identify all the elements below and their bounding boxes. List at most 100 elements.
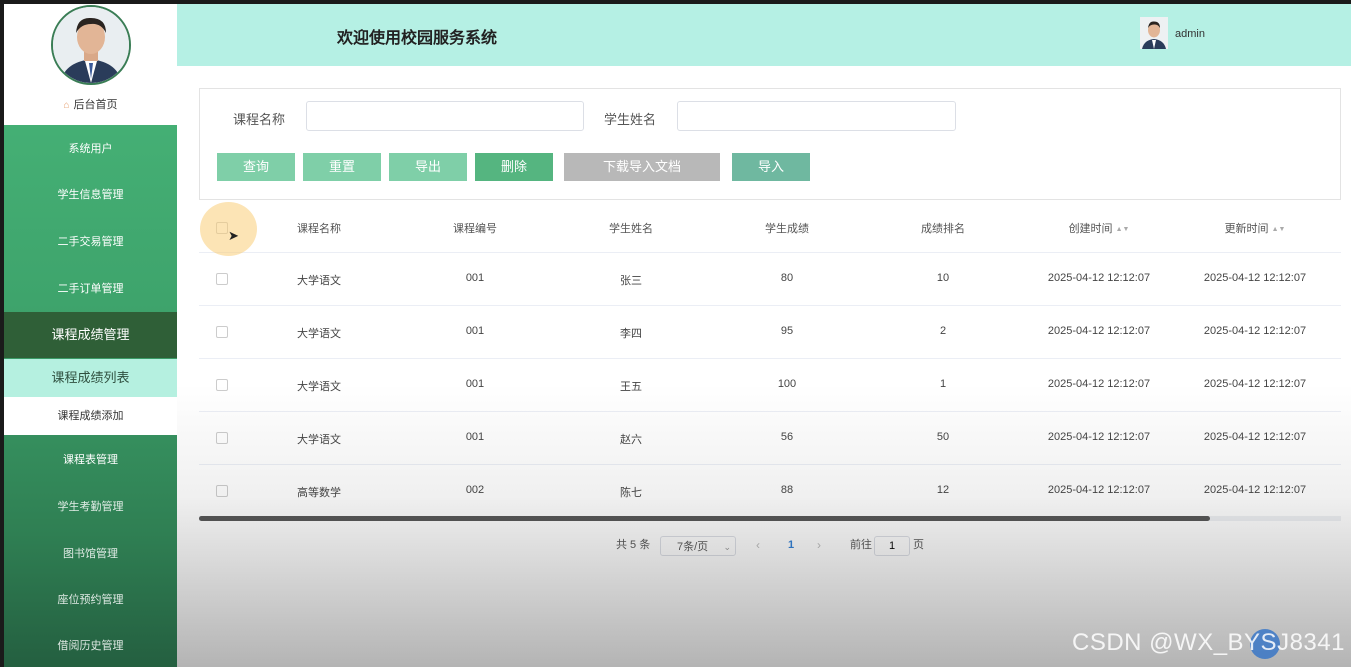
sidebar-item-secondhand-trade[interactable]: 二手交易管理 bbox=[4, 219, 177, 265]
download-template-button[interactable]: 下载导入文档 bbox=[564, 153, 720, 181]
current-page-number[interactable]: 1 bbox=[788, 539, 794, 551]
cell-course-name: 大学语文 bbox=[297, 434, 341, 446]
row-checkbox[interactable] bbox=[216, 273, 228, 285]
cell-created: 2025-04-12 12:12:07 bbox=[1047, 484, 1151, 496]
table-row[interactable]: 大学语文 001 赵六 56 50 2025-04-12 12:12:07 2025-04-… bbox=[199, 412, 1341, 465]
sidebar: ⌂ 后台首页 系统用户 学生信息管理 二手交易管理 二手订单管理 课程成绩管理 课… bbox=[4, 4, 177, 667]
mouse-pointer-icon: ➤ bbox=[228, 228, 239, 243]
row-checkbox[interactable] bbox=[216, 379, 228, 391]
sidebar-item-student-info[interactable]: 学生信息管理 bbox=[4, 172, 177, 218]
import-button[interactable]: 导入 bbox=[732, 153, 810, 181]
row-checkbox[interactable] bbox=[216, 432, 228, 444]
cell-updated: 2025-04-12 12:12:07 bbox=[1203, 484, 1307, 496]
user-avatar[interactable] bbox=[1140, 17, 1168, 49]
cell-rank: 50 bbox=[936, 431, 950, 443]
home-icon: ⌂ bbox=[63, 100, 70, 111]
table-header: 课程名称 课程编号 学生姓名 学生成绩 成绩排名 创建时间 ▲▼ 更新时间 ▲▼ bbox=[199, 202, 1341, 253]
sidebar-item-label: 二手交易管理 bbox=[57, 236, 124, 248]
sort-icon[interactable]: ▲▼ bbox=[1116, 226, 1130, 233]
cell-course-code: 001 bbox=[465, 272, 485, 284]
horizontal-scrollbar[interactable] bbox=[199, 516, 1341, 521]
sidebar-item-library[interactable]: 图书馆管理 bbox=[4, 531, 177, 577]
page-size-select[interactable]: 7条/页 ⌄ bbox=[660, 536, 736, 556]
sidebar-item-timetable[interactable]: 课程表管理 bbox=[4, 437, 177, 483]
sidebar-item-label: 课程成绩列表 bbox=[51, 370, 130, 385]
row-checkbox[interactable] bbox=[216, 326, 228, 338]
sort-icon[interactable]: ▲▼ bbox=[1272, 226, 1286, 233]
column-header-student-name: 学生姓名 bbox=[609, 223, 653, 235]
sidebar-item-attendance[interactable]: 学生考勤管理 bbox=[4, 484, 177, 530]
sidebar-item-label: 座位预约管理 bbox=[57, 594, 124, 606]
row-checkbox[interactable] bbox=[216, 485, 228, 497]
cell-rank: 2 bbox=[939, 325, 947, 337]
sidebar-home-label: 后台首页 bbox=[73, 99, 118, 111]
cell-course-name: 大学语文 bbox=[297, 275, 341, 287]
course-name-label: 课程名称 bbox=[233, 112, 286, 127]
column-header-updated-label: 更新时间 bbox=[1224, 223, 1269, 235]
sidebar-item-course-scores[interactable]: 课程成绩管理 bbox=[4, 312, 177, 358]
column-header-created[interactable]: 创建时间 ▲▼ bbox=[1039, 220, 1159, 236]
cell-updated: 2025-04-12 12:12:07 bbox=[1203, 325, 1307, 337]
query-button[interactable]: 查询 bbox=[217, 153, 295, 181]
user-avatar-photo bbox=[1140, 17, 1168, 49]
table-row[interactable]: 大学语文 001 张三 80 10 2025-04-12 12:12:07 2025-04-… bbox=[199, 253, 1341, 306]
goto-prefix-label: 前往 bbox=[850, 539, 872, 551]
course-name-input[interactable] bbox=[306, 101, 584, 131]
cell-student-name: 王五 bbox=[620, 381, 642, 393]
cell-score: 88 bbox=[780, 484, 794, 496]
cell-created: 2025-04-12 12:12:07 bbox=[1047, 272, 1151, 284]
table-row[interactable]: 大学语文 001 王五 100 1 2025-04-12 12:12:07 2025-04-… bbox=[199, 359, 1341, 412]
sidebar-item-seat-booking[interactable]: 座位预约管理 bbox=[4, 577, 177, 623]
cell-course-name: 高等数学 bbox=[297, 487, 341, 499]
sidebar-item-label: 课程成绩管理 bbox=[51, 327, 130, 342]
sidebar-item-borrow-history[interactable]: 借阅历史管理 bbox=[4, 623, 177, 667]
search-panel: 课程名称 学生姓名 查询 重置 导出 删除 下载导入文档 导入 bbox=[199, 88, 1341, 200]
cell-score: 80 bbox=[780, 272, 794, 284]
student-name-label: 学生姓名 bbox=[604, 112, 657, 127]
cell-created: 2025-04-12 12:12:07 bbox=[1047, 431, 1151, 443]
reset-button[interactable]: 重置 bbox=[303, 153, 381, 181]
cell-rank: 1 bbox=[939, 378, 947, 390]
cell-score: 95 bbox=[780, 325, 794, 337]
goto-page-input[interactable] bbox=[874, 536, 910, 556]
chevron-down-icon: ⌄ bbox=[723, 542, 731, 552]
avatar bbox=[51, 5, 131, 85]
cell-student-name: 赵六 bbox=[620, 434, 642, 446]
cell-course-code: 002 bbox=[465, 484, 485, 496]
cell-score: 100 bbox=[777, 378, 797, 390]
sidebar-item-label: 系统用户 bbox=[68, 143, 113, 155]
cell-student-name: 张三 bbox=[620, 275, 642, 287]
sidebar-item-label: 借阅历史管理 bbox=[57, 640, 124, 652]
prev-page-button[interactable]: ‹ bbox=[756, 538, 760, 552]
page-size-value: 7条/页 bbox=[677, 541, 709, 553]
column-header-course-code: 课程编号 bbox=[453, 223, 497, 235]
sidebar-subitem-score-add[interactable]: 课程成绩添加 bbox=[4, 397, 177, 435]
cell-updated: 2025-04-12 12:12:07 bbox=[1203, 431, 1307, 443]
student-name-input[interactable] bbox=[677, 101, 956, 131]
column-header-created-label: 创建时间 bbox=[1068, 223, 1113, 235]
scrollbar-thumb[interactable] bbox=[199, 516, 1210, 521]
table-row[interactable]: 高等数学 002 陈七 88 12 2025-04-12 12:12:07 2025-04-… bbox=[199, 465, 1341, 518]
sidebar-subitem-score-list[interactable]: 课程成绩列表 bbox=[4, 359, 177, 397]
cell-student-name: 李四 bbox=[620, 328, 642, 340]
page-title: 欢迎使用校园服务系统 bbox=[337, 30, 498, 47]
sidebar-item-secondhand-orders[interactable]: 二手订单管理 bbox=[4, 266, 177, 312]
cell-rank: 12 bbox=[936, 484, 950, 496]
sidebar-item-label: 图书馆管理 bbox=[63, 548, 118, 560]
table-row[interactable]: 大学语文 001 李四 95 2 2025-04-12 12:12:07 2025-04-1… bbox=[199, 306, 1341, 359]
cell-score: 56 bbox=[780, 431, 794, 443]
cell-course-name: 大学语文 bbox=[297, 328, 341, 340]
sidebar-item-system-users[interactable]: 系统用户 bbox=[4, 126, 177, 172]
export-button[interactable]: 导出 bbox=[389, 153, 467, 181]
next-page-button[interactable]: › bbox=[817, 538, 821, 552]
delete-button[interactable]: 删除 bbox=[475, 153, 553, 181]
sidebar-home-link[interactable]: ⌂ 后台首页 bbox=[4, 96, 177, 112]
column-header-score: 学生成绩 bbox=[765, 223, 809, 235]
goto-suffix-label: 页 bbox=[913, 539, 924, 551]
cell-course-code: 001 bbox=[465, 378, 485, 390]
pagination-total: 共 5 条 bbox=[616, 539, 651, 551]
column-header-updated[interactable]: 更新时间 ▲▼ bbox=[1195, 220, 1315, 236]
username-label[interactable]: admin bbox=[1175, 28, 1205, 40]
cell-rank: 10 bbox=[936, 272, 950, 284]
cell-course-name: 大学语文 bbox=[297, 381, 341, 393]
